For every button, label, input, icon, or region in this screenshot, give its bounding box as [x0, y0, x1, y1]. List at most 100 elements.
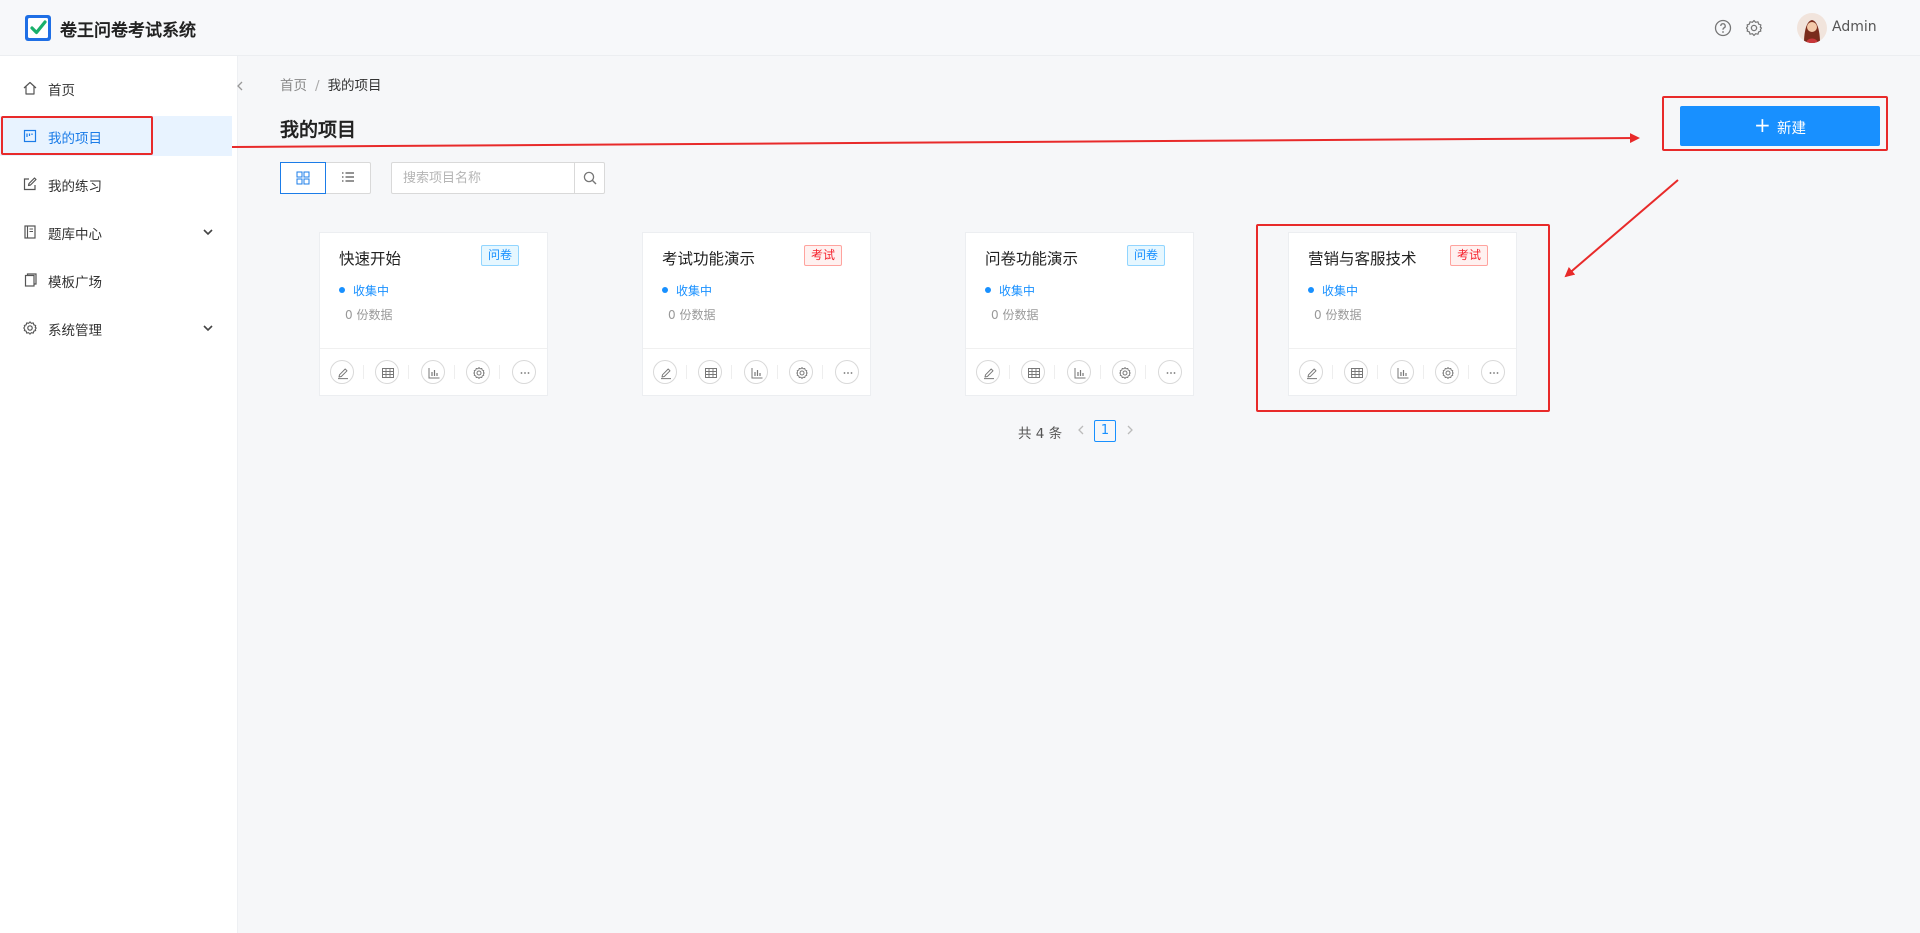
list-view-button[interactable] — [326, 162, 372, 194]
settings-icon — [796, 367, 808, 379]
annotation-arrow — [1564, 179, 1679, 278]
gear-icon — [23, 321, 37, 335]
table-icon — [382, 368, 394, 378]
action-divider — [1009, 365, 1010, 379]
action-divider — [1145, 365, 1146, 379]
help-icon[interactable] — [1713, 18, 1733, 38]
book-icon — [24, 225, 36, 239]
status-dot — [339, 287, 345, 293]
grid-view-button[interactable] — [280, 162, 326, 194]
sidebar-item-label: 题库中心 — [48, 227, 102, 243]
chart-button[interactable] — [744, 360, 768, 384]
breadcrumb: 首页 / 我的项目 — [280, 74, 382, 94]
response-count: 0 份数据 — [668, 308, 716, 322]
username[interactable]: Admin — [1832, 19, 1877, 35]
project-card[interactable]: 问卷功能演示 问卷收集中 0 份数据 — [965, 232, 1194, 396]
app-title: 卷王问卷考试系统 — [60, 21, 196, 41]
logo-icon — [25, 15, 51, 41]
view-toggle — [280, 162, 371, 194]
sidebar-item-system[interactable]: 系统管理 — [0, 308, 232, 348]
more-button[interactable] — [835, 360, 859, 384]
card-actions — [966, 348, 1193, 395]
chart-icon — [428, 368, 440, 379]
sidebar-item-question-bank[interactable]: 题库中心 — [0, 212, 232, 252]
collapse-sidebar-icon[interactable] — [233, 76, 247, 96]
edit-button[interactable] — [976, 360, 1000, 384]
project-status: 收集中 — [339, 282, 389, 299]
search-input[interactable] — [392, 163, 575, 193]
breadcrumb-home[interactable]: 首页 — [280, 78, 307, 94]
settings-button[interactable] — [789, 360, 813, 384]
status-text: 收集中 — [353, 284, 390, 298]
settings-icon — [473, 367, 485, 379]
project-card[interactable]: 快速开始 问卷收集中 0 份数据 — [319, 232, 548, 396]
annotation-highlight-box — [1662, 96, 1888, 151]
action-divider — [1100, 365, 1101, 379]
project-type-tag: 问卷 — [481, 245, 520, 266]
sidebar-item-label: 我的练习 — [48, 179, 102, 195]
project-type-tag: 考试 — [804, 245, 843, 266]
sidebar-item-my-practice[interactable]: 我的练习 — [0, 164, 232, 204]
project-type-tag: 问卷 — [1127, 245, 1166, 266]
next-page-icon[interactable] — [1125, 423, 1135, 437]
chart-icon — [1074, 368, 1086, 379]
sidebar-item-home[interactable]: 首页 — [0, 68, 232, 108]
chart-icon — [751, 368, 763, 379]
avatar[interactable] — [1797, 13, 1827, 43]
project-title[interactable]: 问卷功能演示 — [985, 247, 1078, 269]
more-button[interactable] — [1158, 360, 1182, 384]
edit-button[interactable] — [653, 360, 677, 384]
page-number[interactable]: 1 — [1094, 420, 1116, 442]
breadcrumb-current: 我的项目 — [327, 78, 382, 94]
edit-icon — [23, 177, 37, 191]
status-dot — [985, 287, 991, 293]
response-count: 0 份数据 — [345, 308, 393, 322]
card-actions — [320, 348, 547, 395]
card-actions — [643, 348, 870, 395]
sidebar: 首页 我的项目 我的练习 题库中心 模板广场 系统管理 — [0, 56, 238, 933]
more-icon — [520, 372, 530, 374]
breadcrumb-separator: / — [315, 78, 320, 94]
edit-icon — [338, 368, 348, 380]
sidebar-item-label: 系统管理 — [48, 323, 102, 339]
edit-button[interactable] — [330, 360, 354, 384]
edit-icon — [661, 368, 671, 380]
chevron-down-icon — [203, 229, 213, 236]
action-divider — [731, 365, 732, 379]
more-button[interactable] — [512, 360, 536, 384]
action-divider — [499, 365, 500, 379]
search-button[interactable] — [574, 162, 605, 194]
edit-icon — [984, 368, 994, 380]
project-status: 收集中 — [985, 282, 1035, 299]
template-icon — [24, 273, 37, 287]
table-icon — [1028, 368, 1040, 378]
sidebar-item-templates[interactable]: 模板广场 — [0, 260, 232, 300]
action-divider — [454, 365, 455, 379]
search-box — [391, 162, 605, 194]
table-button[interactable] — [375, 360, 399, 384]
status-text: 收集中 — [676, 284, 713, 298]
response-count: 0 份数据 — [991, 308, 1039, 322]
project-title[interactable]: 快速开始 — [339, 247, 401, 269]
action-divider — [686, 365, 687, 379]
sidebar-item-label: 首页 — [48, 83, 75, 99]
chart-button[interactable] — [1067, 360, 1091, 384]
grid-icon — [296, 171, 310, 185]
pagination-total: 共 4 条 — [1018, 426, 1063, 442]
status-text: 收集中 — [999, 284, 1036, 298]
chart-button[interactable] — [421, 360, 445, 384]
more-icon — [843, 372, 853, 374]
gear-icon[interactable] — [1744, 18, 1764, 38]
search-icon — [583, 171, 597, 185]
action-divider — [363, 365, 364, 379]
table-button[interactable] — [1021, 360, 1045, 384]
prev-page-icon[interactable] — [1076, 423, 1086, 437]
table-icon — [705, 368, 717, 378]
settings-button[interactable] — [466, 360, 490, 384]
project-card[interactable]: 考试功能演示 考试收集中 0 份数据 — [642, 232, 871, 396]
settings-button[interactable] — [1112, 360, 1136, 384]
table-button[interactable] — [698, 360, 722, 384]
project-title[interactable]: 考试功能演示 — [662, 247, 755, 269]
home-icon — [23, 81, 37, 95]
action-divider — [822, 365, 823, 379]
